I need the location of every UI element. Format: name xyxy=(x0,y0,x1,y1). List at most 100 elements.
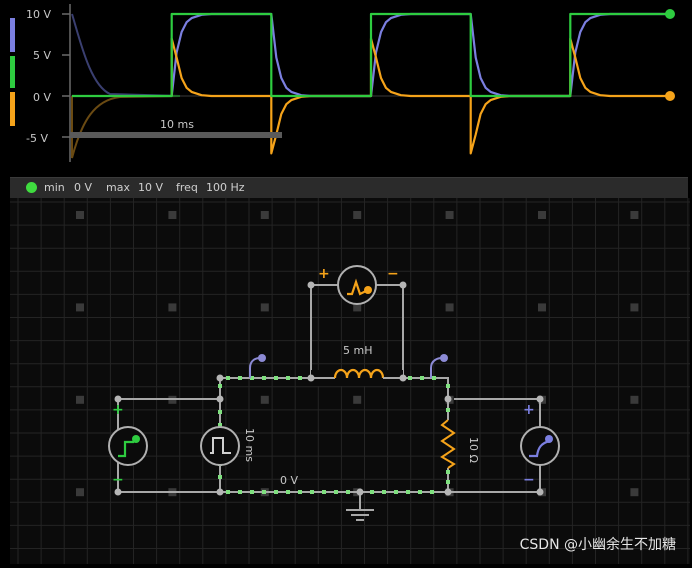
oscilloscope-panel[interactable]: 10 ms 10 V 5 V 0 V -5 V xyxy=(0,0,692,176)
circuit-nodes[interactable] xyxy=(114,281,544,496)
orange-trace-endpoint[interactable] xyxy=(665,91,675,101)
circuit-board[interactable]: 5 mH 10 Ω 10 ms + − + − + − 0 V xyxy=(10,198,690,564)
freq-value: 100 Hz xyxy=(206,181,245,194)
wire-node[interactable] xyxy=(444,395,452,403)
grid-post xyxy=(630,211,639,219)
top-probe-plus: + xyxy=(318,266,330,282)
blue-trace-history xyxy=(71,13,181,97)
wire-node[interactable] xyxy=(536,488,544,496)
top-probe-minus: − xyxy=(387,266,399,282)
grid-post xyxy=(353,211,362,219)
flow-dot xyxy=(274,490,278,494)
channel-indicator-green[interactable] xyxy=(10,56,15,88)
green-trace-endpoint[interactable] xyxy=(665,9,675,19)
wire-node[interactable] xyxy=(399,374,407,382)
grid-post xyxy=(630,488,639,497)
flow-dot xyxy=(238,376,242,380)
ground-symbol[interactable] xyxy=(346,509,374,521)
y-label-neg5v: -5 V xyxy=(26,132,48,145)
grid-post xyxy=(76,303,84,312)
flow-dot xyxy=(432,376,436,380)
label-probe-left[interactable] xyxy=(249,354,266,378)
wire-node[interactable] xyxy=(114,488,122,496)
resistor[interactable]: 10 Ω xyxy=(440,419,480,469)
right-probe-minus: − xyxy=(523,472,535,488)
grid-post xyxy=(76,488,84,497)
pulse-source-label: 10 ms xyxy=(243,428,256,462)
probe-status-bar: min 0 V max 10 V freq 100 Hz xyxy=(10,177,688,199)
flow-dot xyxy=(420,376,424,380)
flow-dot xyxy=(418,490,422,494)
left-voltage-probe[interactable]: + − xyxy=(108,402,148,488)
grid-post xyxy=(260,395,269,404)
flow-dot xyxy=(298,376,302,380)
flow-dot xyxy=(238,490,242,494)
flow-dot xyxy=(370,490,374,494)
flow-dot xyxy=(408,376,412,380)
freq-label: freq xyxy=(176,181,198,194)
flow-dot xyxy=(446,470,450,474)
flow-dot xyxy=(322,490,326,494)
flow-dot xyxy=(226,376,230,380)
left-probe-plus: + xyxy=(112,402,124,418)
oscilloscope-plot: 10 ms 10 V 5 V 0 V -5 V xyxy=(10,4,675,162)
grid-post xyxy=(445,211,454,219)
watermark: CSDN @小幽余生不加糖 xyxy=(519,537,676,553)
grid-post xyxy=(76,395,84,404)
flow-dot xyxy=(310,490,314,494)
wire-node[interactable] xyxy=(216,488,224,496)
flow-dot xyxy=(226,490,230,494)
wire-node[interactable] xyxy=(216,374,224,382)
y-label-10v: 10 V xyxy=(26,8,51,21)
flow-dot xyxy=(446,408,450,412)
flow-dot xyxy=(334,490,338,494)
inductor[interactable]: 5 mH xyxy=(311,344,403,386)
wire-node[interactable] xyxy=(216,395,224,403)
grid-post xyxy=(538,211,546,219)
grid-post xyxy=(538,303,546,312)
min-label: min xyxy=(44,181,65,194)
y-label-5v: 5 V xyxy=(33,49,51,62)
flow-dot xyxy=(298,490,302,494)
grid-post xyxy=(445,303,454,312)
channel-indicator-blue[interactable] xyxy=(10,18,15,52)
pulse-source[interactable]: 10 ms xyxy=(200,426,256,466)
grid-post xyxy=(168,303,177,312)
resistor-label: 10 Ω xyxy=(467,437,480,463)
right-probe-plus: + xyxy=(523,402,535,418)
channel-indicator-orange[interactable] xyxy=(10,92,15,126)
wire-node[interactable] xyxy=(114,395,122,403)
wire-node[interactable] xyxy=(307,374,315,382)
flow-dot xyxy=(218,410,222,414)
flow-dot xyxy=(346,490,350,494)
grid-post xyxy=(260,303,269,312)
flow-dot xyxy=(406,490,410,494)
wire-node[interactable] xyxy=(444,488,452,496)
wire-node[interactable] xyxy=(356,488,364,496)
y-label-0v: 0 V xyxy=(33,91,51,104)
flow-dot xyxy=(286,376,290,380)
grid-post xyxy=(260,211,269,219)
green-trace xyxy=(72,12,670,98)
flow-dot xyxy=(274,376,278,380)
max-label: max xyxy=(106,181,130,194)
flow-dot xyxy=(218,475,222,479)
flow-dot xyxy=(446,384,450,388)
flow-dot xyxy=(218,384,222,388)
time-scale-bar xyxy=(70,132,282,138)
flow-dot xyxy=(250,490,254,494)
flow-dot xyxy=(446,480,450,484)
circuit-canvas[interactable]: 5 mH 10 Ω 10 ms + − + − + − 0 V xyxy=(10,198,690,564)
max-value: 10 V xyxy=(138,181,164,194)
wire-node[interactable] xyxy=(399,281,407,289)
flow-dot xyxy=(430,490,434,494)
grid-post xyxy=(353,395,362,404)
wire-node[interactable] xyxy=(307,281,315,289)
grid-post xyxy=(630,395,639,404)
grid-post xyxy=(168,211,177,219)
flow-dot xyxy=(382,490,386,494)
wire-node[interactable] xyxy=(536,395,544,403)
time-scale-label: 10 ms xyxy=(160,118,194,131)
circuit-wires[interactable] xyxy=(117,284,541,510)
flow-dot xyxy=(394,490,398,494)
